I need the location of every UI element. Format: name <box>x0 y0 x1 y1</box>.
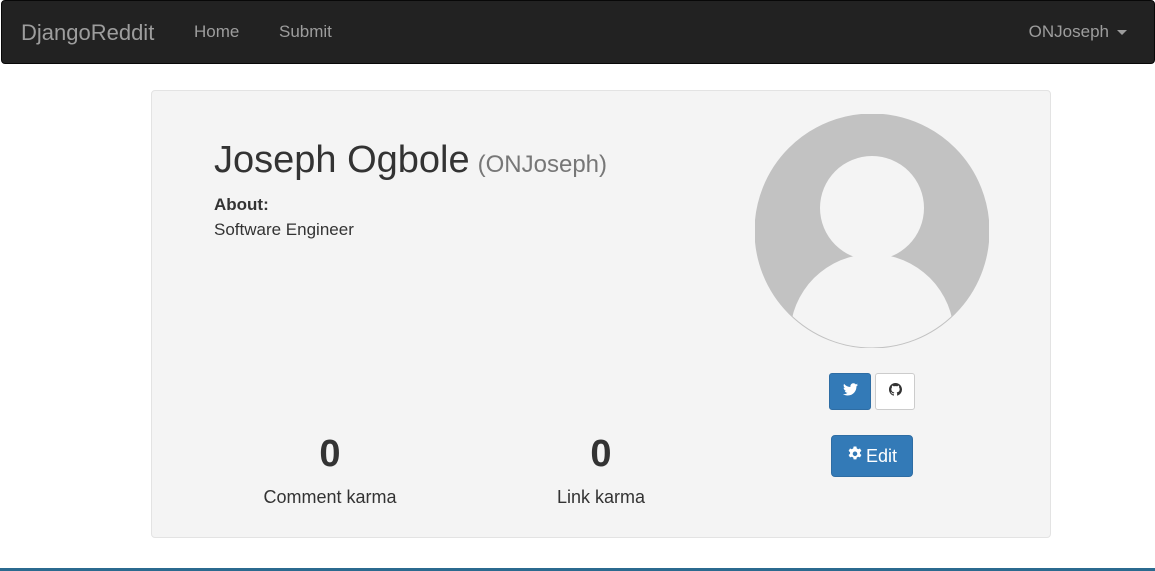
brand-link[interactable]: DjangoReddit <box>21 20 154 46</box>
user-menu-label: ONJoseph <box>1028 22 1109 41</box>
edit-button-label: Edit <box>865 445 898 466</box>
comment-karma-block: 0 Comment karma <box>230 431 430 508</box>
nav-home-link[interactable]: Home <box>194 22 239 42</box>
default-avatar-icon <box>754 113 990 349</box>
link-karma-block: 0 Link karma <box>501 431 701 508</box>
link-karma-label: Link karma <box>556 487 646 507</box>
comment-karma-label: Comment karma <box>263 487 397 507</box>
gear-icon <box>847 446 866 467</box>
github-button[interactable] <box>875 373 915 410</box>
profile-heading: Joseph Ogbole (ONJoseph) <box>214 139 607 182</box>
profile-card: Joseph Ogbole (ONJoseph) About: Software … <box>151 90 1051 538</box>
nav-submit-link[interactable]: Submit <box>279 22 332 42</box>
about-text: Software Engineer <box>214 220 354 239</box>
caret-down-icon <box>1117 30 1127 36</box>
comment-karma-value: 0 <box>319 433 341 475</box>
edit-profile-button[interactable]: Edit <box>831 435 913 477</box>
about-label: About: <box>214 195 269 214</box>
link-karma-value: 0 <box>590 433 612 475</box>
full-name: Joseph Ogbole <box>214 139 470 181</box>
top-navbar: DjangoReddit Home Submit ONJoseph <box>1 0 1155 64</box>
twitter-icon <box>842 382 858 401</box>
github-icon <box>888 382 902 401</box>
user-menu-dropdown[interactable]: ONJoseph <box>1029 22 1127 42</box>
twitter-button[interactable] <box>829 373 871 410</box>
username: (ONJoseph) <box>477 151 608 178</box>
